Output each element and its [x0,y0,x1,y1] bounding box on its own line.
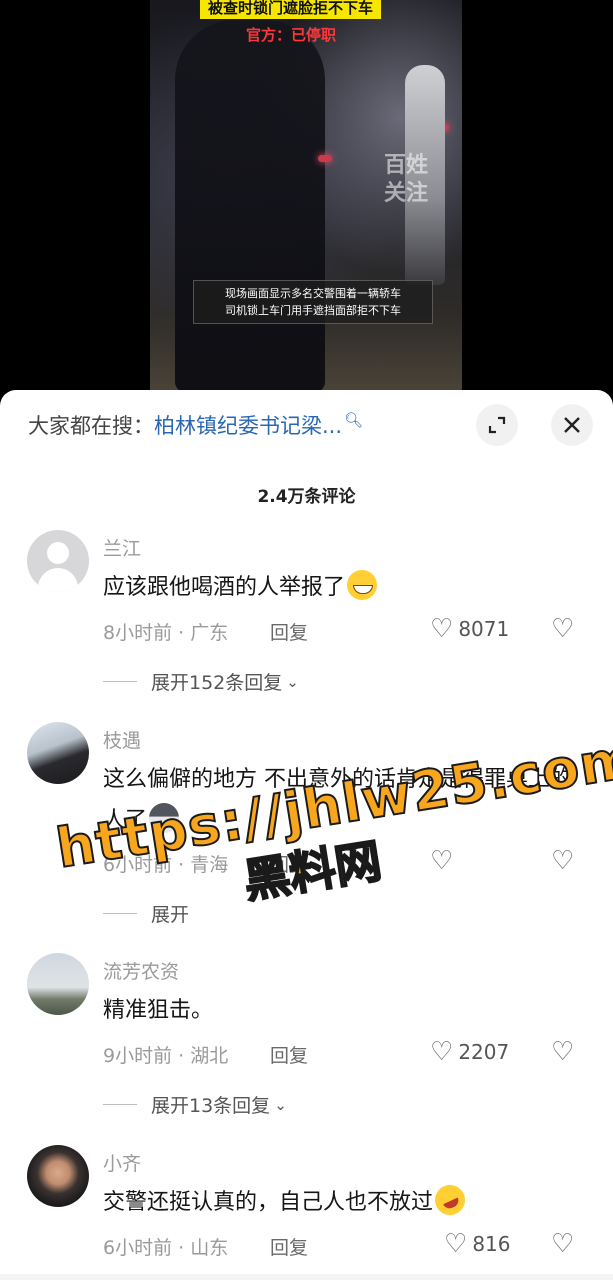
comment-count: 2.4万条评论 [257,487,356,507]
like-button[interactable]: ♡ 816 [444,1231,511,1257]
dislike-icon[interactable]: ♡ [551,616,574,642]
video-watermark: 百姓关注 [384,153,429,206]
reply-button[interactable]: 回复 [270,850,308,877]
subtitle-line: 现场画面显示多名交警围着一辆轿车 [225,287,401,300]
comment-username[interactable]: 兰江 [103,534,141,561]
dislike-icon[interactable]: ♡ [551,1039,574,1065]
husky-emoji [149,803,180,833]
like-count: 8071 [458,617,510,641]
expand-button[interactable] [476,404,518,446]
avatar[interactable] [27,1145,89,1207]
grin-emoji [347,570,378,600]
expand-replies-label: 展开152条回复 [151,672,283,694]
like-count: 2207 [458,1040,510,1064]
like-button[interactable]: ♡ 2207 [430,1039,509,1065]
heart-icon: ♡ [430,1037,454,1067]
divider [103,913,137,914]
heart-icon: ♡ [444,1229,468,1259]
avatar[interactable] [27,530,89,592]
trending-search-prefix: 大家都在搜： [28,414,154,438]
expand-replies[interactable]: 展开152条回复 ⌄ [103,668,299,695]
divider [103,1104,137,1105]
comment-time-location: 9小时前 · 湖北 [103,1045,229,1067]
expand-replies-label: 展开13条回复 [151,1095,271,1117]
comment-time-location: 6小时前 · 青海 [103,854,229,876]
like-button[interactable]: ♡ 8071 [430,616,509,642]
trending-search-query[interactable]: 柏林镇纪委书记梁... [154,414,342,438]
video-figure [175,20,325,392]
video-subtitle: 现场画面显示多名交警围着一辆轿车 司机锁上车门用手遮挡面部拒不下车 [193,280,433,324]
heart-icon: ♡ [430,846,454,876]
chevron-down-icon: ⌄ [274,1095,287,1114]
expand-icon [488,416,506,434]
video-player[interactable]: 被查时锁门遮脸拒不下车 官方：已停职 百姓关注 现场画面显示多名交警围着一辆轿车… [0,0,613,392]
divider [103,681,137,682]
expand-replies[interactable]: 展开13条回复 ⌄ [103,1091,287,1118]
expand-replies[interactable]: 展开 [103,900,189,927]
comment-text-body: 应该跟他喝酒的人举报了 [103,575,346,600]
expand-replies-label: 展开 [151,904,190,926]
comment-username[interactable]: 枝遇 [103,726,141,753]
reply-button[interactable]: 回复 [270,618,308,645]
comment-time-location: 8小时前 · 广东 [103,622,229,644]
reply-button[interactable]: 回复 [270,1233,308,1260]
comment-text: 交警还挺认真的，自己人也不放过 [103,1180,593,1223]
reply-button[interactable]: 回复 [270,1041,308,1068]
trending-search[interactable]: 大家都在搜：柏林镇纪委书记梁... 🔍︎ [28,410,363,440]
comment-time-location: 6小时前 · 山东 [103,1237,229,1259]
comment-text: 应该跟他喝酒的人举报了 [103,567,593,608]
comment-username[interactable]: 小齐 [103,1149,141,1176]
car-light [318,155,332,162]
avatar[interactable] [27,722,89,784]
chevron-down-icon: ⌄ [286,672,299,691]
like-button[interactable]: ♡ [430,848,458,874]
dislike-icon[interactable]: ♡ [551,848,574,874]
heart-icon: ♡ [430,614,454,644]
comment-sheet: 大家都在搜：柏林镇纪委书记梁... 🔍︎ 2.4万条评论 兰江 应该跟他喝酒的人举… [0,390,613,1280]
comment-text: 这么偏僻的地方 不出意外的话肯定是得罪桌上的人了 [103,759,593,841]
comment-text-body: 交警还挺认真的，自己人也不放过 [103,1190,434,1215]
close-button[interactable] [551,404,593,446]
like-count: 816 [472,1232,511,1256]
avatar[interactable] [27,953,89,1015]
video-headline: 被查时锁门遮脸拒不下车 [200,0,382,19]
comment-text: 精准狙击。 [103,998,214,1023]
rofl-emoji [430,1180,470,1220]
close-icon [564,417,580,433]
search-icon[interactable]: 🔍︎ [344,411,363,429]
dislike-icon[interactable]: ♡ [551,1231,574,1257]
comment-username[interactable]: 流芳农资 [103,957,179,984]
subtitle-line: 司机锁上车门用手遮挡面部拒不下车 [225,304,401,317]
bottom-edge [0,1274,613,1280]
video-headline-official: 官方：已停职 [246,26,337,44]
